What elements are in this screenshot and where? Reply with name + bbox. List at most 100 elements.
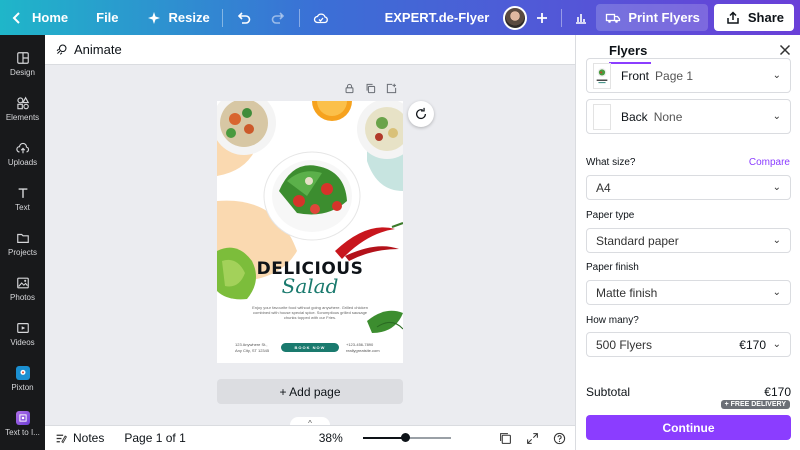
basil-leaf xyxy=(367,310,403,333)
notes-icon xyxy=(56,434,67,443)
size-select[interactable]: A4 ⌄ xyxy=(586,175,791,200)
flyer-body-text: Enjoy your favourite food without going … xyxy=(252,305,368,320)
top-bar-right: EXPERT.de-Flyer Print Flyers Share xyxy=(385,4,800,31)
magic-refresh-button[interactable] xyxy=(408,101,434,127)
notes-button[interactable]: Notes xyxy=(45,431,104,445)
paper-type-select[interactable]: Standard paper ⌄ xyxy=(586,228,791,253)
add-page-button[interactable]: + Add page xyxy=(217,379,403,404)
sidebar-item-elements[interactable]: Elements xyxy=(0,86,45,131)
redo-button[interactable] xyxy=(261,0,295,35)
chevron-down-icon: ⌄ xyxy=(772,339,781,350)
animate-button[interactable]: Animate xyxy=(55,42,122,57)
print-flyers-button[interactable]: Print Flyers xyxy=(596,4,708,31)
document-title[interactable]: EXPERT.de-Flyer xyxy=(385,10,490,25)
front-side-select[interactable]: Front Page 1 ⌄ xyxy=(586,58,791,93)
print-flyers-label: Print Flyers xyxy=(628,10,700,25)
resize-label: Resize xyxy=(168,10,210,25)
flyer-contact: +123-456-7890 reallygreatsite.com xyxy=(346,342,380,354)
file-label: File xyxy=(96,10,119,25)
add-collaborator-icon[interactable] xyxy=(533,9,551,27)
quantity-select[interactable]: 500 Flyers €170 ⌄ xyxy=(586,332,791,357)
paper-type-label: Paper type xyxy=(586,210,635,221)
quantity-price: €170 xyxy=(739,338,766,352)
chevron-left-icon xyxy=(8,9,26,27)
animate-icon xyxy=(56,44,67,55)
sidebar-item-pixton[interactable]: Pixton xyxy=(0,356,45,401)
flyer-address: 123 Anywhere St., Any City, ST 12345 xyxy=(235,342,269,354)
left-sidebar: Design Elements Uploads Text Projects Ph… xyxy=(0,35,45,450)
panel-title: Flyers xyxy=(609,42,648,58)
notes-label: Notes xyxy=(73,431,105,445)
folder-icon xyxy=(16,233,29,243)
avatar[interactable] xyxy=(503,5,528,30)
back-side-select[interactable]: Back None ⌄ xyxy=(586,99,791,134)
sidebar-item-label: Videos xyxy=(10,337,35,347)
sidebar-item-photos[interactable]: Photos xyxy=(0,266,45,311)
zoom-percentage[interactable]: 38% xyxy=(319,431,343,445)
close-icon[interactable] xyxy=(779,44,791,56)
add-page-icon[interactable] xyxy=(386,83,397,94)
view-controls xyxy=(499,432,566,445)
cloud-check-icon xyxy=(312,9,330,27)
paper-finish-select[interactable]: Matte finish ⌄ xyxy=(586,280,791,305)
videos-icon xyxy=(16,322,29,333)
cloud-save-button[interactable] xyxy=(304,0,338,35)
home-button[interactable]: Home xyxy=(0,0,76,35)
fullscreen-icon[interactable] xyxy=(526,432,539,445)
duplicate-page-icon[interactable] xyxy=(365,83,376,94)
photos-icon xyxy=(16,277,29,288)
refresh-sparkle-icon xyxy=(416,107,426,120)
print-panel: Flyers Front Page 1 ⌄ Back None ⌄ What s… xyxy=(575,35,800,450)
text-to-image-app-icon xyxy=(15,410,30,425)
help-icon[interactable] xyxy=(553,432,566,445)
resize-button[interactable]: Resize xyxy=(137,0,218,35)
continue-button[interactable]: Continue xyxy=(586,415,791,440)
subtotal-row: Subtotal €170 xyxy=(586,385,791,399)
size-label: What size? xyxy=(586,157,636,168)
sidebar-item-label: Photos xyxy=(10,292,35,302)
sidebar-item-label: Design xyxy=(10,67,35,77)
divider xyxy=(561,8,563,27)
sparkle-icon xyxy=(145,9,163,27)
zoom-slider-knob[interactable] xyxy=(400,433,410,442)
top-bar: Home File Resize EXPERT.de-Flyer Print F… xyxy=(0,0,800,35)
sidebar-item-design[interactable]: Design xyxy=(0,41,45,86)
share-button[interactable]: Share xyxy=(713,4,794,31)
upload-share-icon xyxy=(724,9,742,27)
zoom-slider[interactable] xyxy=(362,433,451,442)
back-thumbnail xyxy=(593,103,611,130)
sidebar-item-uploads[interactable]: Uploads xyxy=(0,131,45,176)
share-label: Share xyxy=(747,10,784,25)
chevron-down-icon: ⌄ xyxy=(772,111,781,122)
design-icon xyxy=(16,51,29,64)
truck-icon xyxy=(604,9,622,27)
paper-finish-value: Matte finish xyxy=(596,285,658,300)
free-delivery-badge: + FREE DELIVERY xyxy=(720,400,790,409)
page-indicator[interactable]: Page 1 of 1 xyxy=(124,431,185,445)
sidebar-item-text-to-image[interactable]: Text to I... xyxy=(0,401,45,446)
compare-link[interactable]: Compare xyxy=(749,157,790,168)
paper-type-value: Standard paper xyxy=(596,233,679,248)
sidebar-item-projects[interactable]: Projects xyxy=(0,221,45,266)
undo-button[interactable] xyxy=(227,0,261,35)
back-value: None xyxy=(653,109,683,124)
back-label: Back xyxy=(621,109,648,124)
bottom-bar: Notes Page 1 of 1 38% xyxy=(45,425,575,450)
chevron-down-icon: ⌄ xyxy=(772,287,781,298)
sidebar-item-text[interactable]: Text xyxy=(0,176,45,221)
size-value: A4 xyxy=(596,180,611,195)
flyer-script-word: Salad xyxy=(281,274,339,298)
sidebar-item-label: Text to I... xyxy=(5,427,40,437)
flyer-page[interactable]: DELICIOUS Salad Enjoy your favourite foo… xyxy=(217,101,403,363)
paper-finish-label: Paper finish xyxy=(586,262,639,273)
sidebar-item-videos[interactable]: Videos xyxy=(0,311,45,356)
page-count-icon[interactable] xyxy=(499,432,512,445)
pixton-app-icon xyxy=(15,365,30,380)
file-menu-button[interactable]: File xyxy=(88,0,126,35)
divider xyxy=(298,8,300,27)
lock-icon[interactable] xyxy=(344,83,355,94)
insights-chart-icon[interactable] xyxy=(572,9,590,27)
subtotal-label: Subtotal xyxy=(586,385,631,399)
text-icon xyxy=(18,187,27,198)
flyer-cta: BOOK NOW xyxy=(294,345,326,350)
